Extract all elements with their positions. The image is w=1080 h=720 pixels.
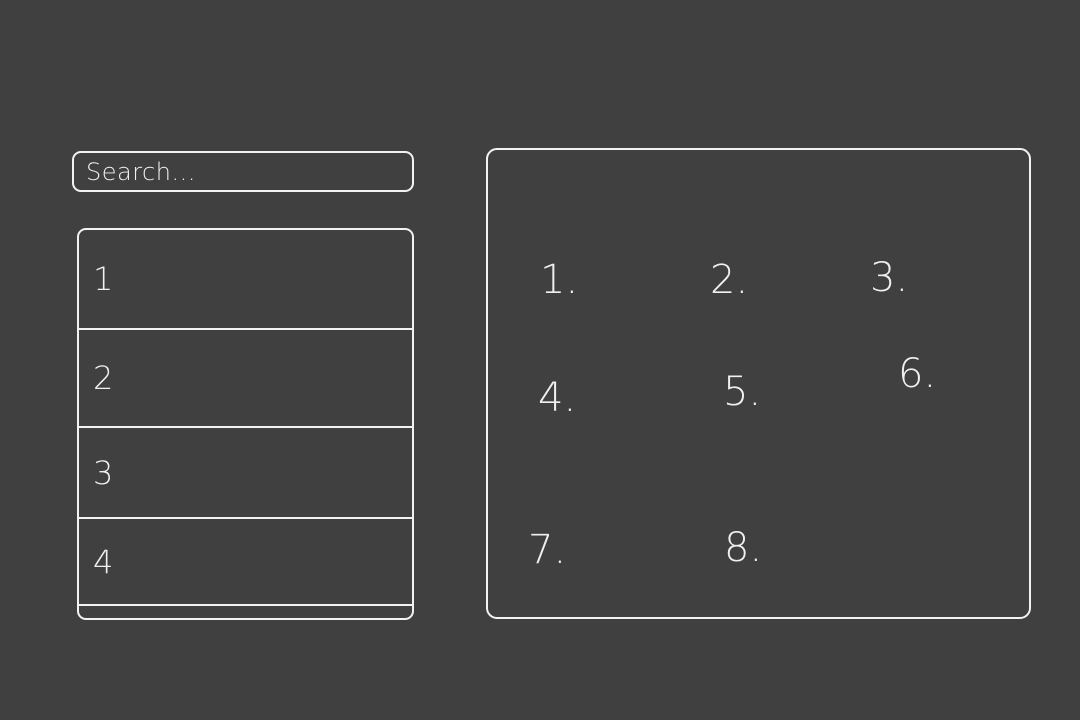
grid-item-5[interactable]: 5. xyxy=(723,372,761,412)
grid-item-4[interactable]: 4. xyxy=(538,378,576,418)
grid-item-2[interactable]: 2. xyxy=(710,260,748,300)
list-item[interactable]: 4 xyxy=(79,519,412,606)
grid-item-7[interactable]: 7. xyxy=(528,530,566,570)
list-item[interactable]: 3 xyxy=(79,428,412,519)
search-input[interactable]: Search... xyxy=(72,151,414,192)
grid-item-label: 3. xyxy=(870,255,909,301)
grid-item-1[interactable]: 1. xyxy=(540,260,578,300)
grid-item-label: 6. xyxy=(898,351,937,397)
list-item[interactable]: 2 xyxy=(79,330,412,428)
result-list: 1 2 3 4 xyxy=(77,228,414,620)
grid-item-6[interactable]: 6. xyxy=(898,354,936,394)
grid-item-3[interactable]: 3. xyxy=(870,258,908,298)
grid-item-label: 7. xyxy=(528,527,567,573)
list-item-label: 2 xyxy=(93,359,114,397)
list-item[interactable]: 1 xyxy=(79,230,412,330)
list-item-label: 3 xyxy=(93,453,114,492)
item-grid: 1. 2. 3. 4. 5. 6. 7. 8. xyxy=(486,148,1031,619)
list-item-label: 4 xyxy=(93,542,114,581)
grid-item-label: 8. xyxy=(724,525,763,571)
list-item-label: 1 xyxy=(93,260,114,298)
grid-item-label: 2. xyxy=(710,257,749,303)
grid-item-label: 4. xyxy=(538,375,577,421)
grid-item-8[interactable]: 8. xyxy=(724,528,762,568)
grid-item-label: 1. xyxy=(540,257,579,303)
search-placeholder: Search... xyxy=(86,157,196,186)
grid-item-label: 5. xyxy=(723,369,762,415)
